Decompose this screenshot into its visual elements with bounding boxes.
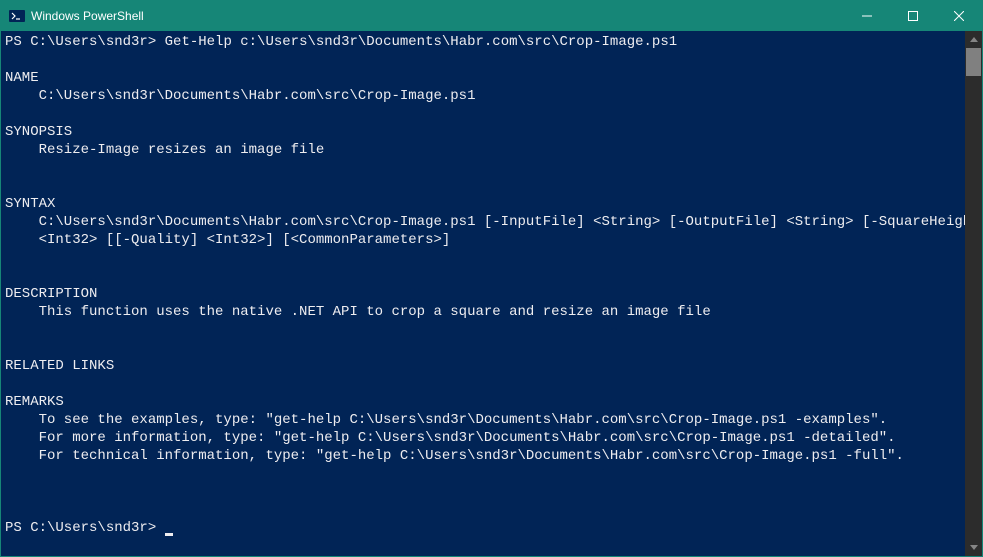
window-controls bbox=[844, 1, 982, 31]
window-title: Windows PowerShell bbox=[31, 9, 844, 23]
section-header-related: RELATED LINKS bbox=[5, 358, 114, 374]
section-header-description: DESCRIPTION bbox=[5, 286, 97, 302]
cursor bbox=[165, 533, 173, 536]
maximize-button[interactable] bbox=[890, 1, 936, 31]
prompt-prefix: PS C:\Users\snd3r> bbox=[5, 520, 165, 536]
section-header-synopsis: SYNOPSIS bbox=[5, 124, 72, 140]
remarks-line: For more information, type: "get-help C:… bbox=[5, 430, 896, 446]
prompt-line: PS C:\Users\snd3r> bbox=[5, 520, 173, 536]
close-button[interactable] bbox=[936, 1, 982, 31]
description-value: This function uses the native .NET API t… bbox=[5, 304, 711, 320]
titlebar[interactable]: Windows PowerShell bbox=[1, 1, 982, 31]
synopsis-value: Resize-Image resizes an image file bbox=[5, 142, 324, 158]
section-header-syntax: SYNTAX bbox=[5, 196, 55, 212]
scroll-thumb[interactable] bbox=[966, 48, 981, 76]
prompt-line: PS C:\Users\snd3r> Get-Help c:\Users\snd… bbox=[5, 34, 677, 50]
remarks-line: For technical information, type: "get-he… bbox=[5, 448, 904, 464]
vertical-scrollbar[interactable] bbox=[965, 31, 982, 556]
powershell-window: Windows PowerShell PS C:\Users\snd3r> Ge… bbox=[0, 0, 983, 557]
scroll-down-button[interactable] bbox=[965, 539, 982, 556]
prompt-prefix: PS C:\Users\snd3r> bbox=[5, 34, 165, 50]
name-value: C:\Users\snd3r\Documents\Habr.com\src\Cr… bbox=[5, 88, 475, 104]
syntax-line: <Int32> [[-Quality] <Int32>] [<CommonPar… bbox=[5, 232, 450, 248]
command-text: Get-Help c:\Users\snd3r\Documents\Habr.c… bbox=[165, 34, 677, 50]
minimize-button[interactable] bbox=[844, 1, 890, 31]
section-header-remarks: REMARKS bbox=[5, 394, 64, 410]
syntax-line: C:\Users\snd3r\Documents\Habr.com\src\Cr… bbox=[5, 214, 965, 230]
scroll-up-button[interactable] bbox=[965, 31, 982, 48]
powershell-icon bbox=[9, 8, 25, 24]
terminal[interactable]: PS C:\Users\snd3r> Get-Help c:\Users\snd… bbox=[1, 31, 965, 556]
remarks-line: To see the examples, type: "get-help C:\… bbox=[5, 412, 887, 428]
section-header-name: NAME bbox=[5, 70, 39, 86]
terminal-wrap: PS C:\Users\snd3r> Get-Help c:\Users\snd… bbox=[1, 31, 982, 556]
